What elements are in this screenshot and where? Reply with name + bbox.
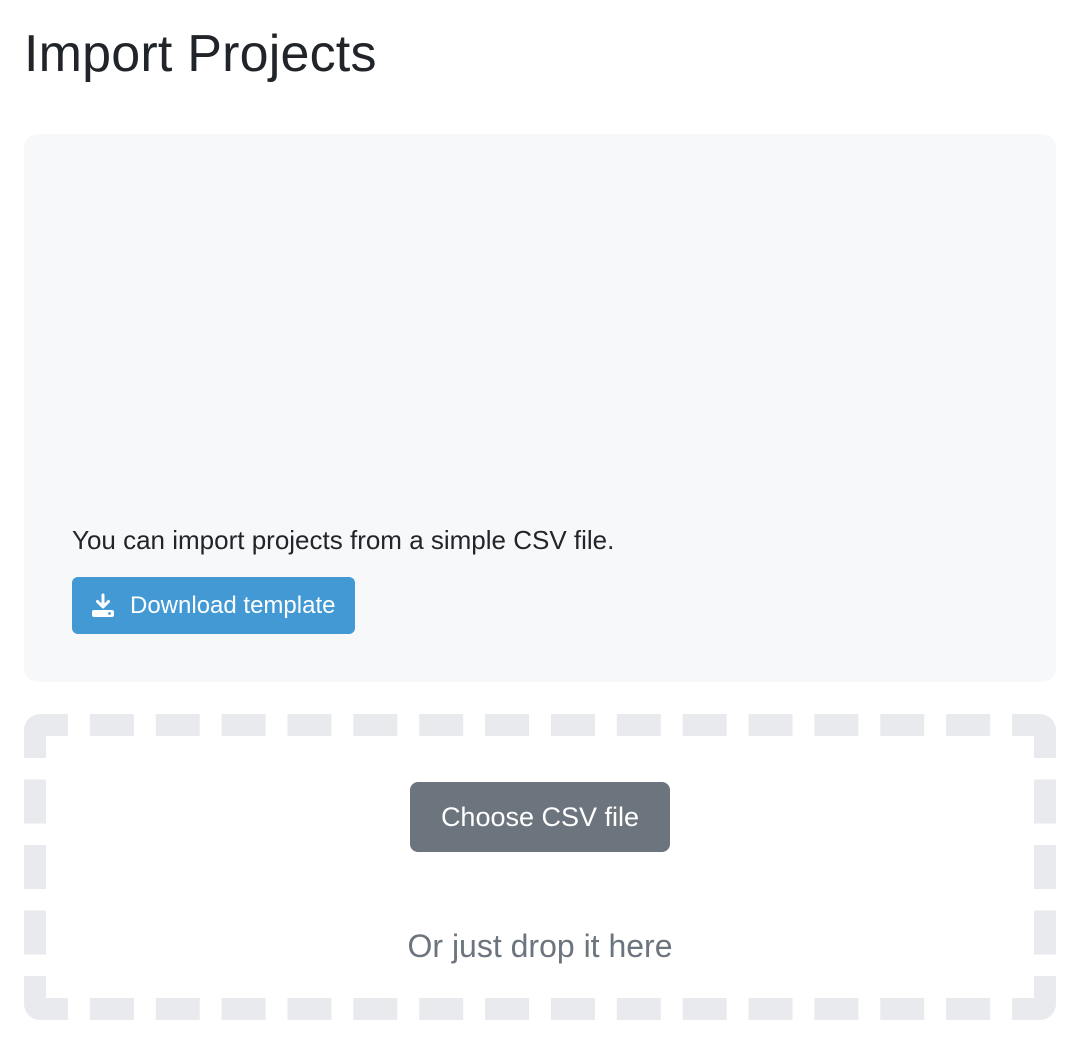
download-icon (90, 593, 116, 619)
drop-hint-text: Or just drop it here (407, 928, 673, 964)
import-info-panel: You can import projects from a simple CS… (24, 134, 1056, 682)
import-description: You can import projects from a simple CS… (72, 525, 615, 555)
page-title: Import Projects (24, 25, 377, 83)
download-template-label: Download template (130, 591, 336, 619)
download-template-button[interactable]: Download template (72, 577, 356, 634)
csv-drop-zone[interactable]: Choose CSV file Or just drop it here (24, 714, 1056, 1020)
choose-csv-file-button[interactable]: Choose CSV file (410, 782, 670, 852)
